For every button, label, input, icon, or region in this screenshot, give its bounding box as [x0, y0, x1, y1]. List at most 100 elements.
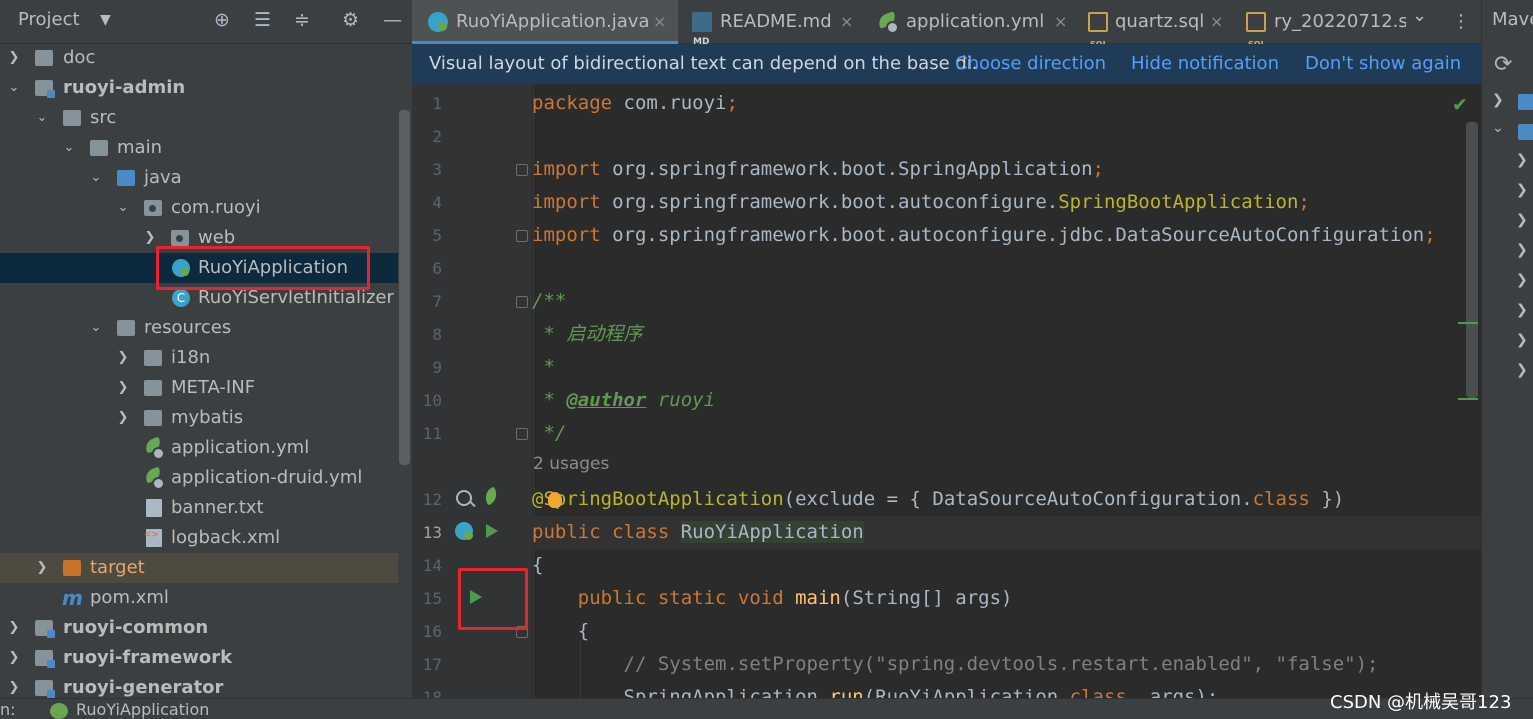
maven-project-icon — [1518, 94, 1533, 110]
doc-comment: * — [532, 356, 555, 378]
folder-icon — [90, 140, 108, 156]
chevron-right-icon[interactable]: ❯ — [1516, 332, 1528, 348]
chevron-down-icon[interactable]: ⌄ — [1492, 120, 1504, 136]
find-usages-icon[interactable] — [456, 490, 472, 506]
fold-marker-icon[interactable] — [516, 164, 528, 176]
chevron-right-icon[interactable]: ❯ — [115, 373, 131, 403]
sql-file-icon — [1088, 12, 1108, 67]
dont-show-again-link[interactable]: Don't show again — [1305, 44, 1461, 84]
crosshair-icon[interactable]: ⊕ — [214, 9, 230, 31]
tree-item-application-druid-yml[interactable]: application-druid.yml — [0, 463, 398, 493]
chevron-right-icon[interactable]: ❯ — [6, 43, 22, 73]
tree-item-i18n[interactable]: ❯ i18n — [0, 343, 398, 373]
tree-item-logback-xml[interactable]: logback.xml — [0, 520, 398, 553]
chevron-right-icon[interactable]: ❯ — [1516, 242, 1528, 258]
tree-item-target[interactable]: ❯ target — [0, 553, 398, 583]
code-editor[interactable]: package com.ruoyi; import org.springfram… — [532, 84, 1481, 698]
code-text: { — [532, 554, 544, 576]
run-tab-ruoyiapplication[interactable]: RuoYiApplication — [76, 699, 209, 719]
line-number: 16 — [422, 622, 442, 641]
chevron-down-icon[interactable]: ⌄ — [34, 103, 50, 133]
chevron-right-icon[interactable]: ❯ — [6, 643, 22, 673]
chevron-down-icon[interactable]: ⌄ — [1412, 0, 1427, 38]
chevron-right-icon[interactable]: ❯ — [1516, 272, 1528, 288]
chevron-right-icon[interactable]: ❯ — [34, 553, 50, 583]
tree-item-banner-txt[interactable]: banner.txt — [0, 493, 398, 523]
code-text: (RuoYiApplication. — [863, 686, 1070, 698]
chevron-down-icon[interactable]: ⌄ — [6, 73, 22, 103]
chevron-down-icon[interactable]: ▼ — [100, 12, 111, 28]
chevron-right-icon[interactable]: ❯ — [1516, 182, 1528, 198]
tab-readme-md[interactable]: README.md × — [680, 0, 874, 64]
tree-item-src[interactable]: ⌄ src — [0, 103, 398, 133]
close-icon[interactable]: × — [840, 0, 853, 44]
tree-item-main[interactable]: ⌄ main — [0, 133, 398, 163]
spring-bean-icon[interactable] — [482, 489, 500, 507]
chevron-right-icon[interactable]: ❯ — [1492, 92, 1504, 108]
project-view-title[interactable]: Project — [18, 9, 80, 30]
fold-marker-icon[interactable] — [516, 428, 528, 440]
close-icon[interactable]: × — [1210, 0, 1223, 44]
chevron-right-icon[interactable]: ❯ — [1516, 362, 1528, 378]
tree-item-meta-inf[interactable]: ❯ META-INF — [0, 373, 398, 403]
collapse-all-icon[interactable]: ≑ — [294, 9, 310, 31]
tree-item-java[interactable]: ⌄ java — [0, 163, 398, 193]
line-number: 9 — [432, 358, 442, 377]
tree-item-ruoyi-admin[interactable]: ⌄ ruoyi-admin — [0, 73, 398, 103]
chevron-down-icon[interactable]: ⌄ — [61, 133, 77, 163]
tree-item-doc[interactable]: ❯ doc — [0, 43, 398, 73]
line-number: 10 — [422, 391, 442, 410]
chevron-right-icon[interactable]: ❯ — [1516, 152, 1528, 168]
fold-marker-icon[interactable] — [516, 230, 528, 242]
class-name: RuoYiApplication — [680, 521, 864, 543]
chevron-right-icon[interactable]: ❯ — [1516, 302, 1528, 318]
chevron-right-icon[interactable]: ❯ — [115, 343, 131, 373]
maven-panel-title[interactable]: Mave — [1492, 9, 1533, 30]
tree-item-ruoyi-common[interactable]: ❯ ruoyi-common — [0, 613, 398, 643]
hide-notification-link[interactable]: Hide notification — [1131, 44, 1279, 84]
choose-direction-link[interactable]: Choose direction — [955, 44, 1106, 84]
module-folder-icon — [35, 620, 55, 638]
expand-all-icon[interactable]: ☰ — [254, 9, 271, 31]
punctuation: ; — [1424, 224, 1436, 246]
tree-item-ruoyi-generator[interactable]: ❯ ruoyi-generator — [0, 673, 398, 698]
lightbulb-icon[interactable] — [548, 492, 562, 508]
spring-boot-class-icon[interactable] — [455, 522, 473, 540]
tree-item-label: src — [90, 107, 117, 128]
tree-item-resources[interactable]: ⌄ resources — [0, 313, 398, 343]
chevron-right-icon[interactable]: ❯ — [1516, 212, 1528, 228]
line-comment: // System.setProperty("spring.devtools.r… — [532, 653, 1379, 675]
close-icon[interactable]: × — [1054, 0, 1067, 44]
code-line-10: * @author ruoyi — [532, 384, 1481, 417]
refresh-icon[interactable]: ⟳ — [1494, 52, 1512, 77]
fold-marker-icon[interactable] — [516, 296, 528, 308]
tree-item-com-ruoyi[interactable]: ⌄ com.ruoyi — [0, 193, 398, 223]
code-line-17: // System.setProperty("spring.devtools.r… — [532, 648, 1481, 681]
tree-item-ruoyi-framework[interactable]: ❯ ruoyi-framework — [0, 643, 398, 673]
tab-application-yml[interactable]: application.yml × — [874, 0, 1084, 44]
tree-item-mybatis[interactable]: ❯ mybatis — [0, 403, 398, 433]
tree-item-application-yml[interactable]: application.yml — [0, 433, 398, 463]
line-number: 6 — [432, 259, 442, 278]
doc-tag: @author — [566, 389, 647, 411]
chevron-right-icon[interactable]: ❯ — [115, 403, 131, 433]
editor-scrollbar[interactable] — [1466, 122, 1478, 398]
gear-icon[interactable]: ⚙ — [342, 9, 359, 31]
tab-ruoyiapplication-java[interactable]: RuoYiApplication.java × — [412, 0, 678, 44]
inspection-ok-icon[interactable]: ✔ — [1452, 94, 1468, 116]
minimize-icon[interactable]: — — [383, 9, 402, 31]
tree-item-pom-xml[interactable]: m pom.xml — [0, 583, 398, 613]
more-vertical-icon[interactable]: ⋮ — [1452, 0, 1470, 44]
chevron-down-icon[interactable]: ⌄ — [88, 163, 104, 193]
chevron-right-icon[interactable]: ❯ — [6, 613, 22, 643]
csdn-watermark: CSDN @机械吴哥123 — [1330, 692, 1512, 713]
run-icon[interactable] — [486, 524, 498, 538]
project-scrollbar[interactable] — [399, 110, 410, 465]
chevron-right-icon[interactable]: ❯ — [6, 673, 22, 698]
tab-ry-sql[interactable]: ry_20220712.s — [1246, 0, 1406, 44]
tab-quartz-sql[interactable]: quartz.sql × — [1084, 0, 1242, 67]
close-icon[interactable]: × — [653, 0, 666, 44]
usages-hint[interactable]: 2 usages — [533, 454, 609, 474]
chevron-down-icon[interactable]: ⌄ — [88, 313, 104, 343]
chevron-down-icon[interactable]: ⌄ — [115, 193, 131, 223]
